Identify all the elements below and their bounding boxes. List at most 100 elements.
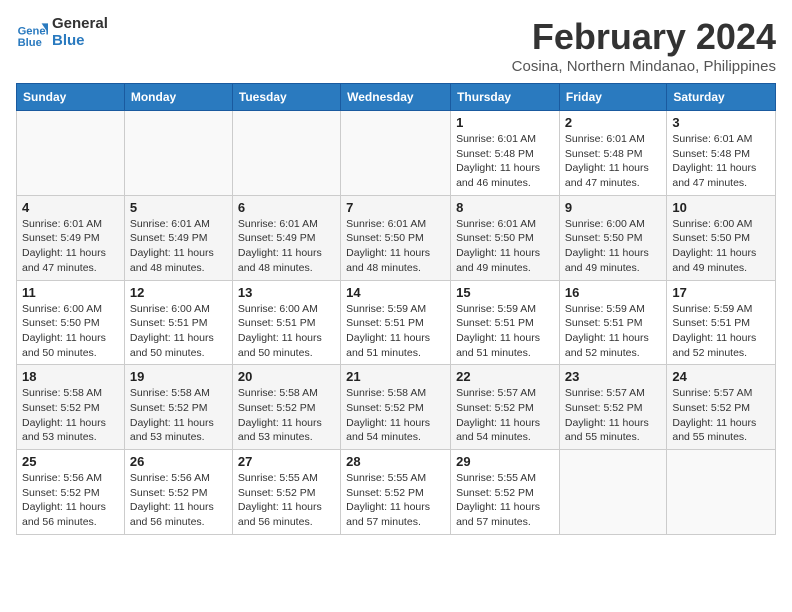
calendar-cell: 11 Sunrise: 6:00 AM Sunset: 5:50 PM Dayli… <box>17 280 125 365</box>
day-info: Sunrise: 6:00 AM Sunset: 5:50 PM Dayligh… <box>22 302 119 361</box>
day-info: Sunrise: 5:55 AM Sunset: 5:52 PM Dayligh… <box>346 471 445 530</box>
day-info: Sunrise: 6:01 AM Sunset: 5:50 PM Dayligh… <box>346 217 445 276</box>
calendar-cell: 17 Sunrise: 5:59 AM Sunset: 5:51 PM Dayli… <box>667 280 776 365</box>
header-tuesday: Tuesday <box>232 84 340 111</box>
calendar-cell <box>559 450 666 535</box>
calendar-cell: 19 Sunrise: 5:58 AM Sunset: 5:52 PM Dayli… <box>124 365 232 450</box>
calendar-week-2: 4 Sunrise: 6:01 AM Sunset: 5:49 PM Daylig… <box>17 195 776 280</box>
calendar-cell: 3Sunrise: 6:01 AM Sunset: 5:48 PM Daylig… <box>667 111 776 196</box>
calendar-cell: 28 Sunrise: 5:55 AM Sunset: 5:52 PM Dayli… <box>341 450 451 535</box>
day-number: 4 <box>22 200 119 215</box>
calendar-cell <box>232 111 340 196</box>
calendar-cell <box>667 450 776 535</box>
day-number: 20 <box>238 369 335 384</box>
calendar-cell: 22Sunrise: 5:57 AM Sunset: 5:52 PM Dayli… <box>451 365 560 450</box>
day-info: Sunrise: 5:56 AM Sunset: 5:52 PM Dayligh… <box>22 471 119 530</box>
header-thursday: Thursday <box>451 84 560 111</box>
day-info: Sunrise: 6:01 AM Sunset: 5:50 PM Dayligh… <box>456 217 554 276</box>
day-number: 10 <box>672 200 770 215</box>
day-number: 12 <box>130 285 227 300</box>
day-info: Sunrise: 5:59 AM Sunset: 5:51 PM Dayligh… <box>346 302 445 361</box>
header-wednesday: Wednesday <box>341 84 451 111</box>
day-info: Sunrise: 5:58 AM Sunset: 5:52 PM Dayligh… <box>346 386 445 445</box>
header-sunday: Sunday <box>17 84 125 111</box>
calendar-cell: 26Sunrise: 5:56 AM Sunset: 5:52 PM Dayli… <box>124 450 232 535</box>
day-number: 28 <box>346 454 445 469</box>
day-info: Sunrise: 5:57 AM Sunset: 5:52 PM Dayligh… <box>456 386 554 445</box>
day-info: Sunrise: 5:56 AM Sunset: 5:52 PM Dayligh… <box>130 471 227 530</box>
svg-text:Blue: Blue <box>18 36 42 48</box>
day-info: Sunrise: 5:59 AM Sunset: 5:51 PM Dayligh… <box>565 302 661 361</box>
calendar-cell: 23Sunrise: 5:57 AM Sunset: 5:52 PM Dayli… <box>559 365 666 450</box>
day-info: Sunrise: 6:00 AM Sunset: 5:51 PM Dayligh… <box>130 302 227 361</box>
calendar-week-4: 18 Sunrise: 5:58 AM Sunset: 5:52 PM Dayli… <box>17 365 776 450</box>
logo: General Blue General Blue <box>16 16 108 49</box>
day-number: 19 <box>130 369 227 384</box>
logo-line2: Blue <box>52 33 108 50</box>
calendar-cell: 2Sunrise: 6:01 AM Sunset: 5:48 PM Daylig… <box>559 111 666 196</box>
calendar-week-5: 25 Sunrise: 5:56 AM Sunset: 5:52 PM Dayli… <box>17 450 776 535</box>
calendar-cell: 10Sunrise: 6:00 AM Sunset: 5:50 PM Dayli… <box>667 195 776 280</box>
calendar-cell: 21 Sunrise: 5:58 AM Sunset: 5:52 PM Dayli… <box>341 365 451 450</box>
day-info: Sunrise: 5:58 AM Sunset: 5:52 PM Dayligh… <box>130 386 227 445</box>
day-info: Sunrise: 6:00 AM Sunset: 5:51 PM Dayligh… <box>238 302 335 361</box>
day-number: 21 <box>346 369 445 384</box>
day-info: Sunrise: 5:59 AM Sunset: 5:51 PM Dayligh… <box>672 302 770 361</box>
calendar-cell: 15 Sunrise: 5:59 AM Sunset: 5:51 PM Dayli… <box>451 280 560 365</box>
calendar-cell: 13 Sunrise: 6:00 AM Sunset: 5:51 PM Dayli… <box>232 280 340 365</box>
day-info: Sunrise: 6:01 AM Sunset: 5:49 PM Dayligh… <box>130 217 227 276</box>
day-number: 29 <box>456 454 554 469</box>
day-number: 7 <box>346 200 445 215</box>
calendar-cell: 20Sunrise: 5:58 AM Sunset: 5:52 PM Dayli… <box>232 365 340 450</box>
calendar-cell <box>124 111 232 196</box>
calendar-cell: 14 Sunrise: 5:59 AM Sunset: 5:51 PM Dayli… <box>341 280 451 365</box>
logo-line1: General <box>52 16 108 33</box>
month-year-title: February 2024 <box>512 16 776 58</box>
calendar-cell: 5Sunrise: 6:01 AM Sunset: 5:49 PM Daylig… <box>124 195 232 280</box>
calendar-cell: 1 Sunrise: 6:01 AM Sunset: 5:48 PM Daylig… <box>451 111 560 196</box>
header-monday: Monday <box>124 84 232 111</box>
weekday-header-row: SundayMondayTuesdayWednesdayThursdayFrid… <box>17 84 776 111</box>
day-number: 17 <box>672 285 770 300</box>
svg-text:General: General <box>18 25 48 37</box>
day-number: 24 <box>672 369 770 384</box>
calendar-cell: 9Sunrise: 6:00 AM Sunset: 5:50 PM Daylig… <box>559 195 666 280</box>
calendar-cell <box>17 111 125 196</box>
day-info: Sunrise: 5:58 AM Sunset: 5:52 PM Dayligh… <box>22 386 119 445</box>
calendar-cell: 4 Sunrise: 6:01 AM Sunset: 5:49 PM Daylig… <box>17 195 125 280</box>
day-number: 16 <box>565 285 661 300</box>
calendar-cell: 12 Sunrise: 6:00 AM Sunset: 5:51 PM Dayli… <box>124 280 232 365</box>
calendar-cell: 27 Sunrise: 5:55 AM Sunset: 5:52 PM Dayli… <box>232 450 340 535</box>
day-info: Sunrise: 6:01 AM Sunset: 5:48 PM Dayligh… <box>456 132 554 191</box>
calendar-week-3: 11 Sunrise: 6:00 AM Sunset: 5:50 PM Dayli… <box>17 280 776 365</box>
logo-icon: General Blue <box>16 17 48 49</box>
day-number: 6 <box>238 200 335 215</box>
day-number: 25 <box>22 454 119 469</box>
day-info: Sunrise: 5:55 AM Sunset: 5:52 PM Dayligh… <box>456 471 554 530</box>
day-info: Sunrise: 5:57 AM Sunset: 5:52 PM Dayligh… <box>565 386 661 445</box>
calendar-cell: 29 Sunrise: 5:55 AM Sunset: 5:52 PM Dayli… <box>451 450 560 535</box>
day-number: 27 <box>238 454 335 469</box>
day-number: 9 <box>565 200 661 215</box>
day-number: 2 <box>565 115 661 130</box>
day-info: Sunrise: 5:57 AM Sunset: 5:52 PM Dayligh… <box>672 386 770 445</box>
header-friday: Friday <box>559 84 666 111</box>
day-number: 15 <box>456 285 554 300</box>
page-header: General Blue General Blue February 2024 … <box>16 16 776 75</box>
calendar-cell: 25 Sunrise: 5:56 AM Sunset: 5:52 PM Dayli… <box>17 450 125 535</box>
day-number: 1 <box>456 115 554 130</box>
calendar-cell <box>341 111 451 196</box>
calendar-cell: 18 Sunrise: 5:58 AM Sunset: 5:52 PM Dayli… <box>17 365 125 450</box>
day-info: Sunrise: 5:59 AM Sunset: 5:51 PM Dayligh… <box>456 302 554 361</box>
calendar-cell: 7 Sunrise: 6:01 AM Sunset: 5:50 PM Daylig… <box>341 195 451 280</box>
day-info: Sunrise: 6:01 AM Sunset: 5:49 PM Dayligh… <box>22 217 119 276</box>
day-number: 13 <box>238 285 335 300</box>
day-info: Sunrise: 6:01 AM Sunset: 5:48 PM Dayligh… <box>672 132 770 191</box>
day-number: 11 <box>22 285 119 300</box>
location-subtitle: Cosina, Northern Mindanao, Philippines <box>512 58 776 75</box>
day-number: 14 <box>346 285 445 300</box>
title-block: February 2024 Cosina, Northern Mindanao,… <box>512 16 776 75</box>
day-number: 18 <box>22 369 119 384</box>
header-saturday: Saturday <box>667 84 776 111</box>
day-info: Sunrise: 5:55 AM Sunset: 5:52 PM Dayligh… <box>238 471 335 530</box>
